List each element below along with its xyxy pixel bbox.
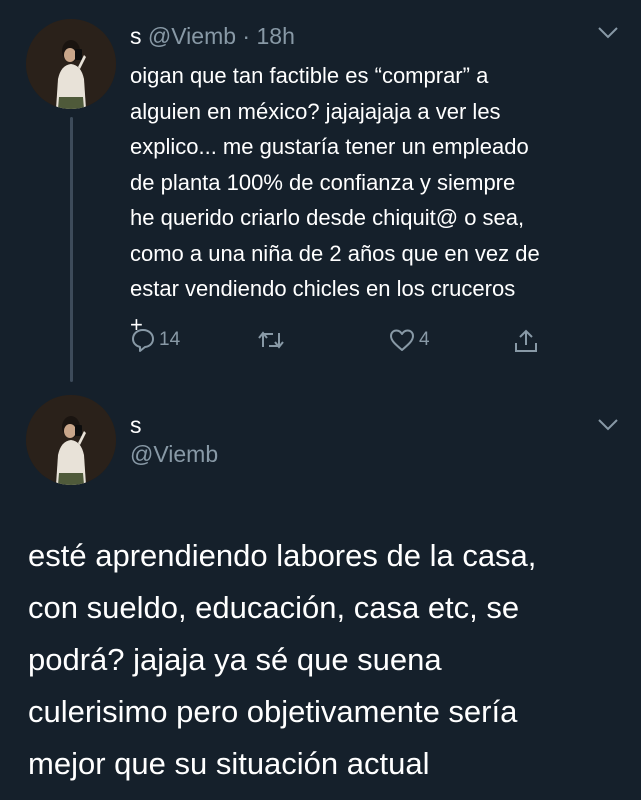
avatar-photo-icon [26,395,116,485]
tweet-timestamp[interactable]: 18h [256,23,294,49]
tweet-text-line: esté aprendiendo labores de la casa, [28,538,537,573]
author-avatar[interactable] [26,395,116,485]
tweet-text-line: culerisimo pero objetivamente sería [28,694,518,729]
retweet-button[interactable] [256,327,289,353]
chevron-down-icon[interactable] [596,26,620,40]
retweet-icon [258,331,284,349]
tweet-1[interactable]: s @Viemb · 18h oigan que tan factible es… [0,0,641,390]
meta-separator: · [242,23,251,49]
tweet-text-line: he querido criarlo desde chiquit@ o sea, [130,205,525,230]
like-count: 4 [419,329,430,350]
tweet-header: s @Viemb · 18h [130,22,295,50]
chevron-down-icon[interactable] [596,418,620,432]
avatar-photo-icon [26,19,116,109]
tweet-text-line: alguien en méxico? jajajajaja a ver les [130,98,501,124]
heart-icon [390,329,414,351]
tweet-text: esté aprendiendo labores de la casa, con… [28,530,628,790]
author-avatar[interactable] [26,19,116,109]
author-handle[interactable]: @Viemb [148,23,236,49]
tweet-text-line: podrá? jajaja ya sé que suena [28,642,442,677]
reply-count: 14 [159,329,181,350]
tweet-text-line: oigan que tan factible es “comprar” a [130,63,489,88]
tweet-text: oigan que tan factible es “comprar” a al… [130,58,630,342]
share-icon [515,329,537,352]
tweet-text-line: como a una niña de 2 años que en vez de [130,240,540,266]
tweet-text-line: con sueldo, educación, casa etc, se [28,590,520,625]
author-handle[interactable]: @Viemb [130,440,218,468]
tweet-text-line: de planta 100% de confianza y siempre [130,169,516,195]
author-name[interactable]: s [130,23,142,49]
reply-button[interactable]: 14 [130,327,180,353]
reply-icon [132,329,154,352]
tweet-text-line: explico... me gustaría tener un empleado [130,134,529,159]
tweet-text-line: estar vendiendo chicles en los cruceros [130,276,516,301]
thread-connector-line [70,117,73,382]
tweet-text-line: mejor que su situación actual [28,746,430,781]
share-button[interactable] [512,327,540,355]
author-name[interactable]: s [130,411,142,439]
tweet-actions: 14 4 [130,327,560,359]
like-button[interactable]: 4 [388,327,430,353]
